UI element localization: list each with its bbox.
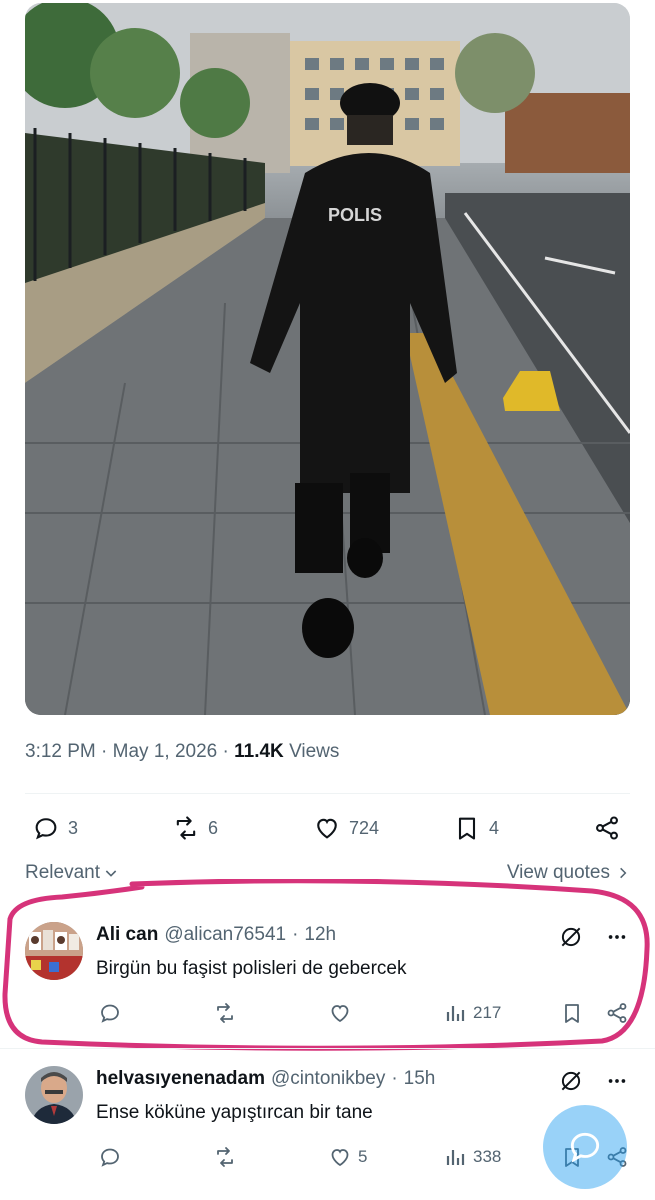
share-icon bbox=[596, 816, 618, 840]
reply-item[interactable]: Ali can @alican76541 · 12h Birgün bu faş… bbox=[0, 920, 655, 1040]
reply-time[interactable]: 15h bbox=[404, 1068, 436, 1090]
like-icon bbox=[331, 1005, 349, 1023]
repost-button[interactable]: 6 bbox=[172, 808, 218, 848]
views-icon bbox=[446, 1150, 465, 1165]
more-icon[interactable] bbox=[606, 1070, 628, 1092]
bookmark-button[interactable] bbox=[560, 1001, 584, 1025]
like-button[interactable]: 5 bbox=[328, 1145, 367, 1169]
reply-action-bar: 217 bbox=[0, 1001, 655, 1031]
repost-icon bbox=[176, 816, 196, 840]
reply-author-handle[interactable]: @cintonikbey bbox=[271, 1068, 385, 1090]
reply-count: 3 bbox=[68, 817, 79, 838]
like-button[interactable]: 724 bbox=[313, 808, 379, 848]
avatar[interactable] bbox=[25, 1066, 83, 1124]
reply-time[interactable]: 12h bbox=[304, 924, 336, 946]
views-count[interactable]: 11.4K bbox=[234, 741, 284, 762]
reply-button[interactable] bbox=[98, 1001, 122, 1025]
views-button[interactable]: 217 bbox=[443, 1001, 501, 1025]
reply-author-handle[interactable]: @alican76541 bbox=[164, 924, 286, 946]
reply-text: Ense köküne yapıştırcan bir tane bbox=[96, 1102, 373, 1123]
tweet-action-bar: 3 6 724 4 bbox=[0, 808, 655, 848]
compose-reply-button[interactable] bbox=[543, 1105, 627, 1189]
divider bbox=[25, 793, 630, 794]
repost-icon bbox=[217, 1003, 233, 1023]
like-count: 724 bbox=[349, 817, 380, 838]
repost-icon bbox=[217, 1147, 233, 1167]
views-icon bbox=[446, 1006, 465, 1021]
tweet-meta: 3:12 PM · May 1, 2026 · 11.4K Views bbox=[25, 741, 340, 762]
tweet-photo[interactable]: POLIS bbox=[25, 3, 630, 715]
reply-icon bbox=[35, 818, 57, 840]
svg-text:POLIS: POLIS bbox=[328, 205, 382, 225]
views-button[interactable]: 338 bbox=[443, 1145, 501, 1169]
like-icon bbox=[317, 818, 337, 839]
share-button[interactable] bbox=[605, 1001, 629, 1025]
share-button[interactable] bbox=[593, 808, 621, 848]
repost-count: 6 bbox=[208, 817, 219, 838]
grok-icon[interactable] bbox=[558, 1068, 584, 1094]
repost-button[interactable] bbox=[213, 1145, 237, 1169]
police-officer-photo: POLIS bbox=[25, 3, 630, 715]
reply-text: Birgün bu faşist polisleri de gebercek bbox=[96, 958, 407, 979]
like-icon bbox=[331, 1149, 349, 1167]
compose-icon bbox=[570, 1132, 600, 1163]
avatar-image bbox=[25, 1066, 83, 1124]
like-count: 5 bbox=[358, 1147, 368, 1166]
views-count: 217 bbox=[473, 1003, 502, 1022]
share-icon bbox=[607, 1003, 627, 1023]
reply-author-name[interactable]: Ali can bbox=[96, 924, 158, 946]
divider bbox=[0, 1048, 655, 1049]
reply-button[interactable]: 3 bbox=[32, 808, 78, 848]
bookmark-icon bbox=[458, 817, 476, 840]
views-label[interactable]: Views bbox=[289, 741, 339, 762]
bookmark-button[interactable]: 4 bbox=[453, 808, 499, 848]
repost-button[interactable] bbox=[213, 1001, 237, 1025]
reply-icon bbox=[101, 1004, 119, 1023]
avatar-image bbox=[25, 922, 83, 980]
reply-button[interactable] bbox=[98, 1145, 122, 1169]
reply-icon bbox=[101, 1148, 119, 1167]
bookmark-icon bbox=[565, 1004, 579, 1023]
tweet-time: 3:12 PM bbox=[25, 741, 96, 762]
chevron-right-icon bbox=[620, 867, 627, 879]
like-button[interactable] bbox=[328, 1001, 358, 1025]
tweet-date: May 1, 2026 bbox=[112, 741, 218, 762]
reply-author-name[interactable]: helvasıyenenadam bbox=[96, 1068, 265, 1090]
grok-icon[interactable] bbox=[558, 924, 584, 950]
views-count: 338 bbox=[473, 1147, 502, 1166]
avatar[interactable] bbox=[25, 922, 83, 980]
bookmark-count: 4 bbox=[489, 817, 500, 838]
more-icon[interactable] bbox=[606, 926, 628, 948]
